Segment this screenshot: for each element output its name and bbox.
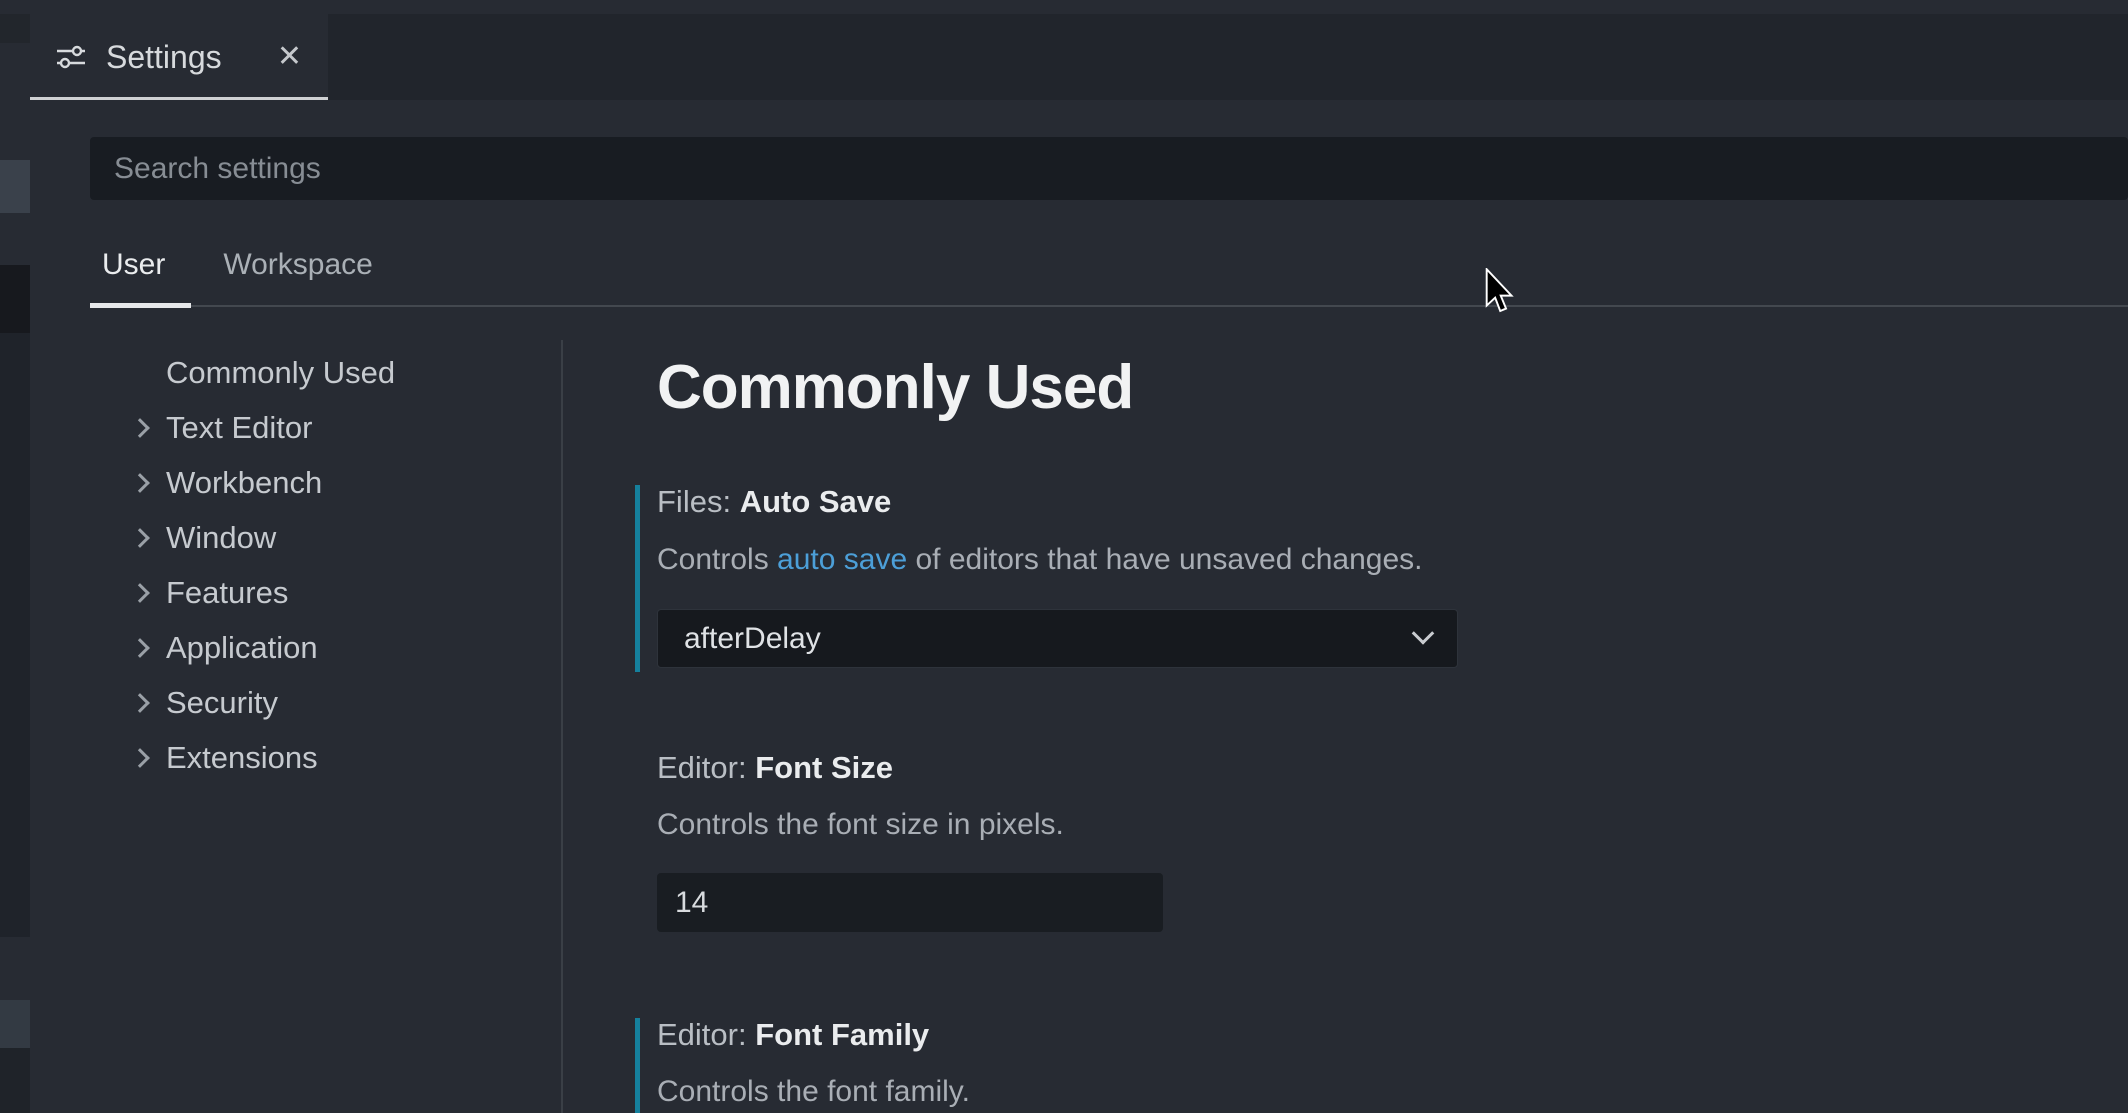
setting-title-editor-font-family: Editor: Font Family xyxy=(657,1017,929,1053)
sliver-block xyxy=(0,937,30,1000)
background-window-sliver xyxy=(0,0,30,1113)
chevron-right-icon xyxy=(130,693,150,713)
settings-sliders-icon xyxy=(56,44,86,70)
auto-save-link[interactable]: auto save xyxy=(777,543,907,576)
mouse-cursor xyxy=(1485,268,1515,314)
tab-workspace[interactable]: Workspace xyxy=(223,248,373,294)
tab-user[interactable]: User xyxy=(90,248,177,294)
setting-title-files-auto-save: Files: Auto Save xyxy=(657,484,891,520)
active-tab-underline xyxy=(90,303,191,308)
close-icon[interactable]: ✕ xyxy=(277,42,302,72)
chevron-down-icon xyxy=(1412,622,1435,645)
toc-item-commonly-used[interactable]: Commonly Used xyxy=(90,345,550,400)
font-size-input[interactable] xyxy=(657,873,1163,932)
toc-item-extensions[interactable]: Extensions xyxy=(90,730,550,785)
setting-description: Controls auto save of editors that have … xyxy=(657,543,1423,577)
chevron-right-icon xyxy=(130,418,150,438)
chevron-right-icon xyxy=(130,473,150,493)
tab-title: Settings xyxy=(106,39,222,76)
toc-item-features[interactable]: Features xyxy=(90,565,550,620)
scope-tabs-rule xyxy=(90,305,2128,307)
toc-item-text-editor[interactable]: Text Editor xyxy=(90,400,550,455)
toc-item-security[interactable]: Security xyxy=(90,675,550,730)
toc-item-application[interactable]: Application xyxy=(90,620,550,675)
search-input[interactable] xyxy=(90,137,2128,200)
setting-description: Controls the font size in pixels. xyxy=(657,808,1064,842)
toc-item-window[interactable]: Window xyxy=(90,510,550,565)
chevron-right-icon xyxy=(130,748,150,768)
scope-tabs: User Workspace xyxy=(90,248,373,294)
sliver-block xyxy=(0,213,30,265)
settings-toc: Commonly Used Text Editor Workbench Wind… xyxy=(90,345,550,785)
sliver-block xyxy=(0,14,30,43)
editor-tab-bar: Settings ✕ xyxy=(30,14,2128,100)
chevron-right-icon xyxy=(130,528,150,548)
toc-item-workbench[interactable]: Workbench xyxy=(90,455,550,510)
modified-indicator-bar xyxy=(635,485,640,672)
sliver-block xyxy=(0,1048,30,1113)
sliver-block xyxy=(0,265,30,333)
sliver-block xyxy=(0,43,30,160)
auto-save-select[interactable]: afterDelay xyxy=(657,609,1458,668)
tab-settings[interactable]: Settings ✕ xyxy=(30,14,328,100)
sliver-block xyxy=(0,1000,30,1048)
chevron-right-icon xyxy=(130,583,150,603)
page-title: Commonly Used xyxy=(657,352,1133,423)
sliver-block xyxy=(0,160,30,213)
setting-description: Controls the font family. xyxy=(657,1075,970,1109)
toc-content-divider xyxy=(561,340,563,1113)
chevron-right-icon xyxy=(130,638,150,658)
sliver-block xyxy=(0,333,30,937)
setting-title-editor-font-size: Editor: Font Size xyxy=(657,750,893,786)
modified-indicator-bar xyxy=(635,1018,640,1113)
